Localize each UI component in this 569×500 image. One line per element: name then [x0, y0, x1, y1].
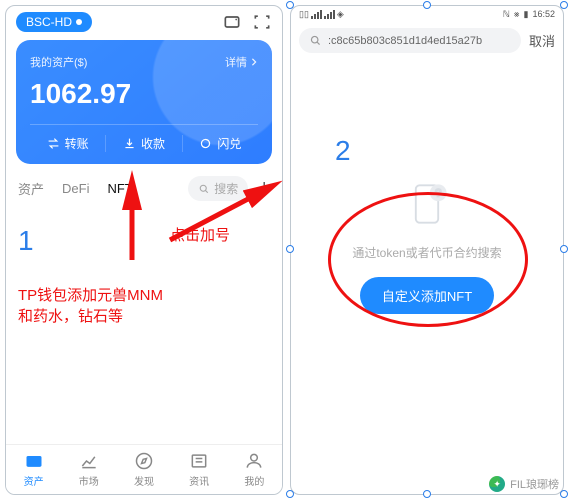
tab-nft[interactable]: NFT — [107, 181, 132, 196]
tab-defi[interactable]: DeFi — [62, 181, 89, 196]
scan-icon[interactable] — [252, 12, 272, 32]
search-icon — [198, 183, 210, 195]
signal-icon — [311, 10, 322, 19]
user-icon — [244, 451, 264, 471]
chain-chip[interactable]: BSC-HD — [16, 12, 92, 32]
custom-add-nft-button[interactable]: 自定义添加NFT — [360, 277, 494, 314]
nav-discover[interactable]: 发现 — [134, 451, 154, 488]
annotation-plus-hint: 点击加号 — [170, 225, 230, 246]
swap-button[interactable]: 闪兑 — [182, 135, 258, 152]
watermark: ✦ FIL琅琊榜 — [489, 476, 559, 492]
wifi-icon: ◈ — [337, 9, 344, 20]
add-button[interactable]: + — [258, 177, 270, 200]
cancel-button[interactable]: 取消 — [529, 31, 555, 50]
status-time: 16:52 — [532, 9, 555, 19]
right-phone-screenshot: ▯▯ ◈ ℕ ⨳ ▮ 16:52 :c8c65b803c851d1d4ed15a… — [290, 5, 564, 495]
top-bar: BSC-HD — [6, 6, 282, 36]
asset-title: 我的资产($) — [30, 54, 87, 70]
receive-button[interactable]: 收款 — [105, 135, 181, 152]
swap-icon — [199, 137, 212, 150]
signal-icon-2 — [324, 10, 335, 19]
news-icon — [189, 451, 209, 471]
asset-actions: 转账 收款 闪兑 — [30, 124, 258, 152]
empty-state-icon: ? — [399, 176, 455, 232]
search-value: :c8c65b803c851d1d4ed15a27b — [328, 35, 482, 47]
wechat-icon: ✦ — [489, 476, 505, 492]
transfer-button[interactable]: 转账 — [30, 135, 105, 152]
nav-mine[interactable]: 我的 — [244, 451, 264, 488]
nav-market[interactable]: 市场 — [79, 451, 99, 488]
annotation-tp-text: TP钱包添加元兽MNM 和药水，钻石等 — [18, 285, 163, 327]
search-input[interactable]: :c8c65b803c851d1d4ed15a27b — [299, 28, 521, 53]
search-icon — [309, 34, 322, 47]
nfc-icon: ℕ — [503, 9, 510, 20]
search-row: :c8c65b803c851d1d4ed15a27b 取消 — [291, 22, 563, 59]
empty-hint-text: 通过token或者代币合约搜索 — [291, 244, 563, 261]
watermark-text: FIL琅琊榜 — [510, 476, 559, 492]
asset-amount: 1062.97 — [30, 78, 258, 110]
nav-news[interactable]: 资讯 — [189, 451, 209, 488]
asset-card: 我的资产($) 详情 1062.97 转账 收款 闪兑 — [16, 40, 272, 164]
tabs-row: 资产 DeFi NFT 搜索 + — [6, 172, 282, 207]
chart-icon — [79, 451, 99, 471]
compass-icon — [134, 451, 154, 471]
receive-icon — [123, 137, 136, 150]
bluetooth-icon: ⨳ — [514, 9, 520, 20]
annotation-number-1: 1 — [18, 225, 34, 257]
bottom-nav: 资产 市场 发现 资讯 我的 — [6, 444, 282, 494]
battery-icon: ▮ — [524, 9, 529, 20]
status-bar: ▯▯ ◈ ℕ ⨳ ▮ 16:52 — [291, 6, 563, 22]
chain-label: BSC-HD — [26, 15, 72, 29]
search-pill[interactable]: 搜索 — [188, 176, 248, 201]
left-phone-screenshot: BSC-HD 我的资产($) 详情 1062.97 转账 收款 — [5, 5, 283, 495]
chain-status-dot — [76, 19, 82, 25]
camera-qr-icon[interactable] — [222, 12, 242, 32]
empty-state: ? 通过token或者代币合约搜索 自定义添加NFT — [291, 176, 563, 314]
svg-text:?: ? — [435, 188, 441, 200]
tab-assets[interactable]: 资产 — [18, 179, 44, 198]
annotation-number-2: 2 — [335, 135, 351, 167]
transfer-icon — [47, 137, 60, 150]
chevron-right-icon — [250, 58, 258, 66]
status-hd-icon: ▯▯ — [299, 9, 309, 20]
asset-detail-link[interactable]: 详情 — [225, 54, 258, 70]
nav-assets[interactable]: 资产 — [24, 451, 44, 488]
wallet-icon — [24, 451, 44, 471]
